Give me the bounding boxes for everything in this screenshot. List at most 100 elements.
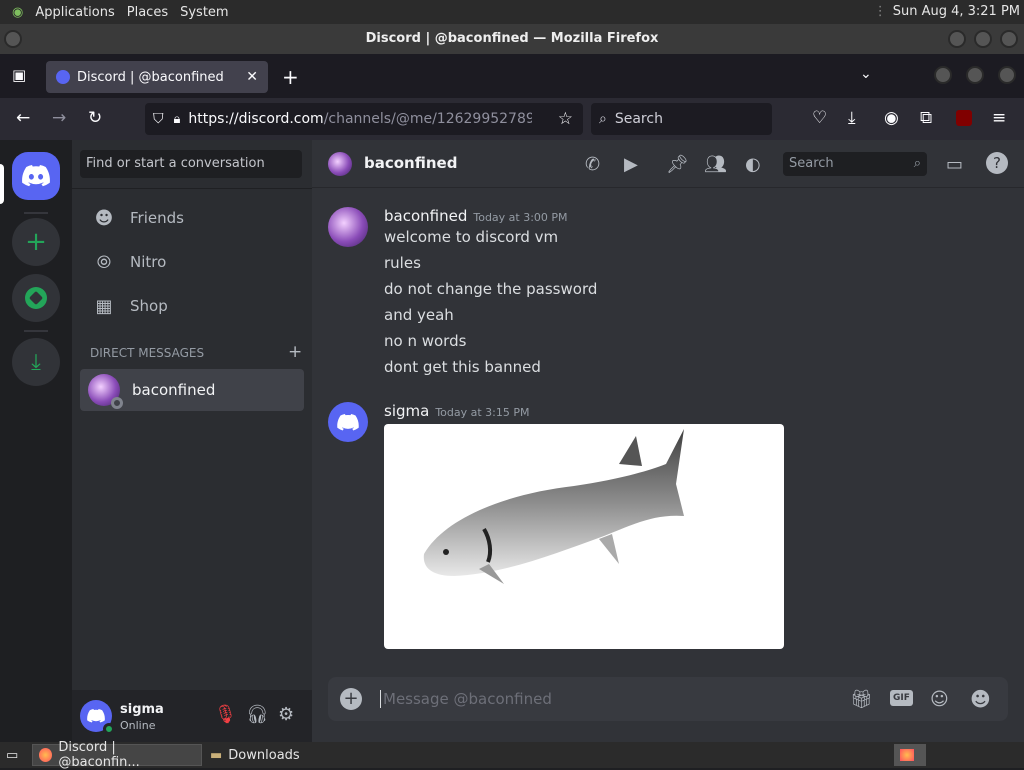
composer-placeholder: Message @baconfined bbox=[380, 690, 552, 708]
server-sidebar: + ⤓ bbox=[0, 140, 72, 742]
explore-servers-button[interactable] bbox=[12, 274, 60, 322]
voice-call-icon[interactable]: ✆ bbox=[585, 154, 600, 175]
tabbar-button-3[interactable] bbox=[998, 66, 1016, 84]
chat-main: baconfined ✆ ▶ 📌︎ 👥︎ ◐ Search ⌕ ▭ ? baco… bbox=[312, 140, 1024, 742]
nav-friends[interactable]: ☻ Friends bbox=[80, 197, 304, 239]
avatar bbox=[88, 374, 123, 409]
help-icon[interactable]: ? bbox=[986, 152, 1008, 174]
pinned-messages-icon[interactable]: 📌︎ bbox=[666, 154, 689, 175]
reload-icon[interactable]: ↻ bbox=[88, 108, 102, 128]
user-profile-icon[interactable]: ◐ bbox=[745, 154, 761, 175]
tab-title: Discord | @baconfined bbox=[77, 69, 224, 85]
message-author[interactable]: baconfined bbox=[384, 207, 467, 225]
video-call-icon[interactable]: ▶ bbox=[624, 154, 638, 175]
hamburger-menu-icon[interactable]: ≡ bbox=[992, 108, 1006, 128]
add-friends-icon[interactable]: 👥︎ bbox=[704, 154, 727, 175]
menu-system[interactable]: System bbox=[174, 5, 234, 20]
channel-name[interactable]: baconfined bbox=[364, 154, 457, 172]
tabbar-button-1[interactable] bbox=[934, 66, 952, 84]
fish-image-attachment[interactable] bbox=[384, 424, 784, 649]
upload-plus-icon[interactable]: + bbox=[340, 688, 362, 710]
create-dm-plus-icon[interactable]: + bbox=[288, 342, 302, 362]
muted-mic-icon[interactable]: 🎙︎ bbox=[214, 704, 237, 725]
header-search-field[interactable]: Search ⌕ bbox=[783, 152, 927, 176]
forward-arrow-icon[interactable]: → bbox=[52, 108, 66, 128]
user-name: sigma bbox=[120, 702, 164, 717]
add-server-button[interactable]: + bbox=[12, 218, 60, 266]
workspace-switcher[interactable] bbox=[894, 744, 926, 766]
clock-separator: ⋮ bbox=[873, 4, 887, 19]
folder-icon: ▬ bbox=[210, 747, 223, 763]
discord-logo-icon bbox=[22, 165, 50, 187]
gear-icon[interactable]: ⚙ bbox=[278, 704, 294, 725]
user-avatar[interactable] bbox=[80, 700, 115, 735]
message-body: welcome to discord vm rules do not chang… bbox=[384, 224, 597, 380]
header-avatar[interactable] bbox=[328, 152, 352, 176]
ublock-icon[interactable] bbox=[956, 110, 972, 126]
nav-shop[interactable]: ▦ Shop bbox=[80, 285, 304, 327]
menu-applications[interactable]: Applications bbox=[29, 5, 120, 20]
system-top-panel: ◉ Applications Places System ⋮ Sun Aug 4,… bbox=[0, 0, 1024, 24]
dm-username: baconfined bbox=[132, 381, 216, 399]
dm-item-baconfined[interactable]: baconfined bbox=[80, 369, 304, 411]
emoji-icon[interactable]: ☻ bbox=[970, 687, 991, 711]
sidebar-divider bbox=[24, 212, 48, 214]
panel-clock[interactable]: ⋮ Sun Aug 4, 3:21 PM bbox=[874, 4, 1020, 19]
gif-icon[interactable]: GIF bbox=[890, 690, 913, 706]
taskbar-item-label: Discord | @baconfin... bbox=[58, 740, 140, 770]
message-author[interactable]: sigma bbox=[384, 402, 429, 420]
url-path: /channels/@me/126299527899100 bbox=[323, 111, 533, 127]
firefox-view-icon[interactable]: ▣ bbox=[12, 66, 26, 84]
downloads-icon[interactable]: ⤓ bbox=[848, 108, 856, 128]
browser-tab-discord[interactable]: Discord | @baconfined ✕ bbox=[46, 61, 268, 93]
nav-nitro[interactable]: ⦾ Nitro bbox=[80, 241, 304, 283]
taskbar-item-downloads[interactable]: ▬ Downloads bbox=[204, 744, 306, 766]
extensions-icon[interactable]: ⧉ bbox=[920, 108, 932, 128]
message-avatar-baconfined[interactable] bbox=[328, 207, 368, 247]
dm-sidebar: Find or start a conversation ☻ Friends ⦾ N… bbox=[72, 140, 312, 690]
show-desktop-icon[interactable]: ▭ bbox=[0, 744, 24, 766]
distro-logo-icon[interactable]: ◉ bbox=[6, 5, 29, 20]
list-all-tabs-icon[interactable]: ⌄ bbox=[860, 66, 872, 82]
header-search-placeholder: Search bbox=[789, 156, 834, 171]
back-arrow-icon[interactable]: ← bbox=[16, 108, 30, 128]
nav-nitro-label: Nitro bbox=[130, 253, 167, 271]
headphones-icon[interactable]: 🎧︎ bbox=[246, 704, 269, 725]
search-placeholder: Search bbox=[614, 111, 663, 127]
gift-icon[interactable]: 🎁︎ bbox=[850, 689, 873, 710]
taskbar-item-label: Downloads bbox=[228, 747, 300, 763]
window-menu-button[interactable] bbox=[4, 30, 22, 48]
tabbar-button-2[interactable] bbox=[966, 66, 984, 84]
plus-icon: + bbox=[25, 227, 47, 257]
bookmark-star-icon[interactable]: ☆ bbox=[558, 109, 573, 129]
inbox-icon[interactable]: ▭ bbox=[946, 154, 963, 175]
download-icon: ⤓ bbox=[31, 349, 41, 375]
message-line: and yeah bbox=[384, 306, 454, 324]
selected-indicator bbox=[0, 164, 4, 204]
maximize-button[interactable] bbox=[974, 30, 992, 48]
download-apps-button[interactable]: ⤓ bbox=[12, 338, 60, 386]
home-direct-messages-button[interactable] bbox=[12, 152, 60, 200]
url-bar[interactable]: ⛉ 🔒︎ https://discord.com/channels/@me/12… bbox=[145, 103, 583, 135]
lock-icon[interactable]: 🔒︎ bbox=[174, 112, 181, 127]
find-conversation-button[interactable]: Find or start a conversation bbox=[80, 150, 302, 178]
message-header: baconfined Today at 3:00 PM bbox=[384, 206, 568, 225]
new-tab-icon[interactable]: + bbox=[282, 65, 299, 89]
shield-icon[interactable]: ⛉ bbox=[153, 111, 164, 127]
account-icon[interactable]: ◉ bbox=[884, 108, 899, 128]
menu-places[interactable]: Places bbox=[121, 5, 174, 20]
url-host: https://discord.com bbox=[188, 111, 324, 127]
minimize-button[interactable] bbox=[948, 30, 966, 48]
taskbar-item-firefox[interactable]: Discord | @baconfin... bbox=[32, 740, 202, 770]
pocket-icon[interactable]: ♡ bbox=[812, 108, 827, 128]
message-composer[interactable]: + Message @baconfined 🎁︎ GIF ☺ ☻ bbox=[328, 677, 1008, 721]
window-titlebar[interactable]: Discord | @baconfined — Mozilla Firefox bbox=[0, 24, 1024, 54]
sticker-icon[interactable]: ☺ bbox=[930, 689, 949, 710]
browser-search-field[interactable]: ⌕ Search bbox=[591, 103, 772, 135]
close-tab-icon[interactable]: ✕ bbox=[246, 69, 258, 85]
discord-logo-icon bbox=[87, 709, 105, 723]
close-window-button[interactable] bbox=[1000, 30, 1018, 48]
message-timestamp: Today at 3:00 PM bbox=[473, 211, 568, 224]
system-taskbar: ▭ Discord | @baconfin... ▬ Downloads bbox=[0, 740, 1024, 770]
message-avatar-sigma[interactable] bbox=[328, 402, 368, 442]
